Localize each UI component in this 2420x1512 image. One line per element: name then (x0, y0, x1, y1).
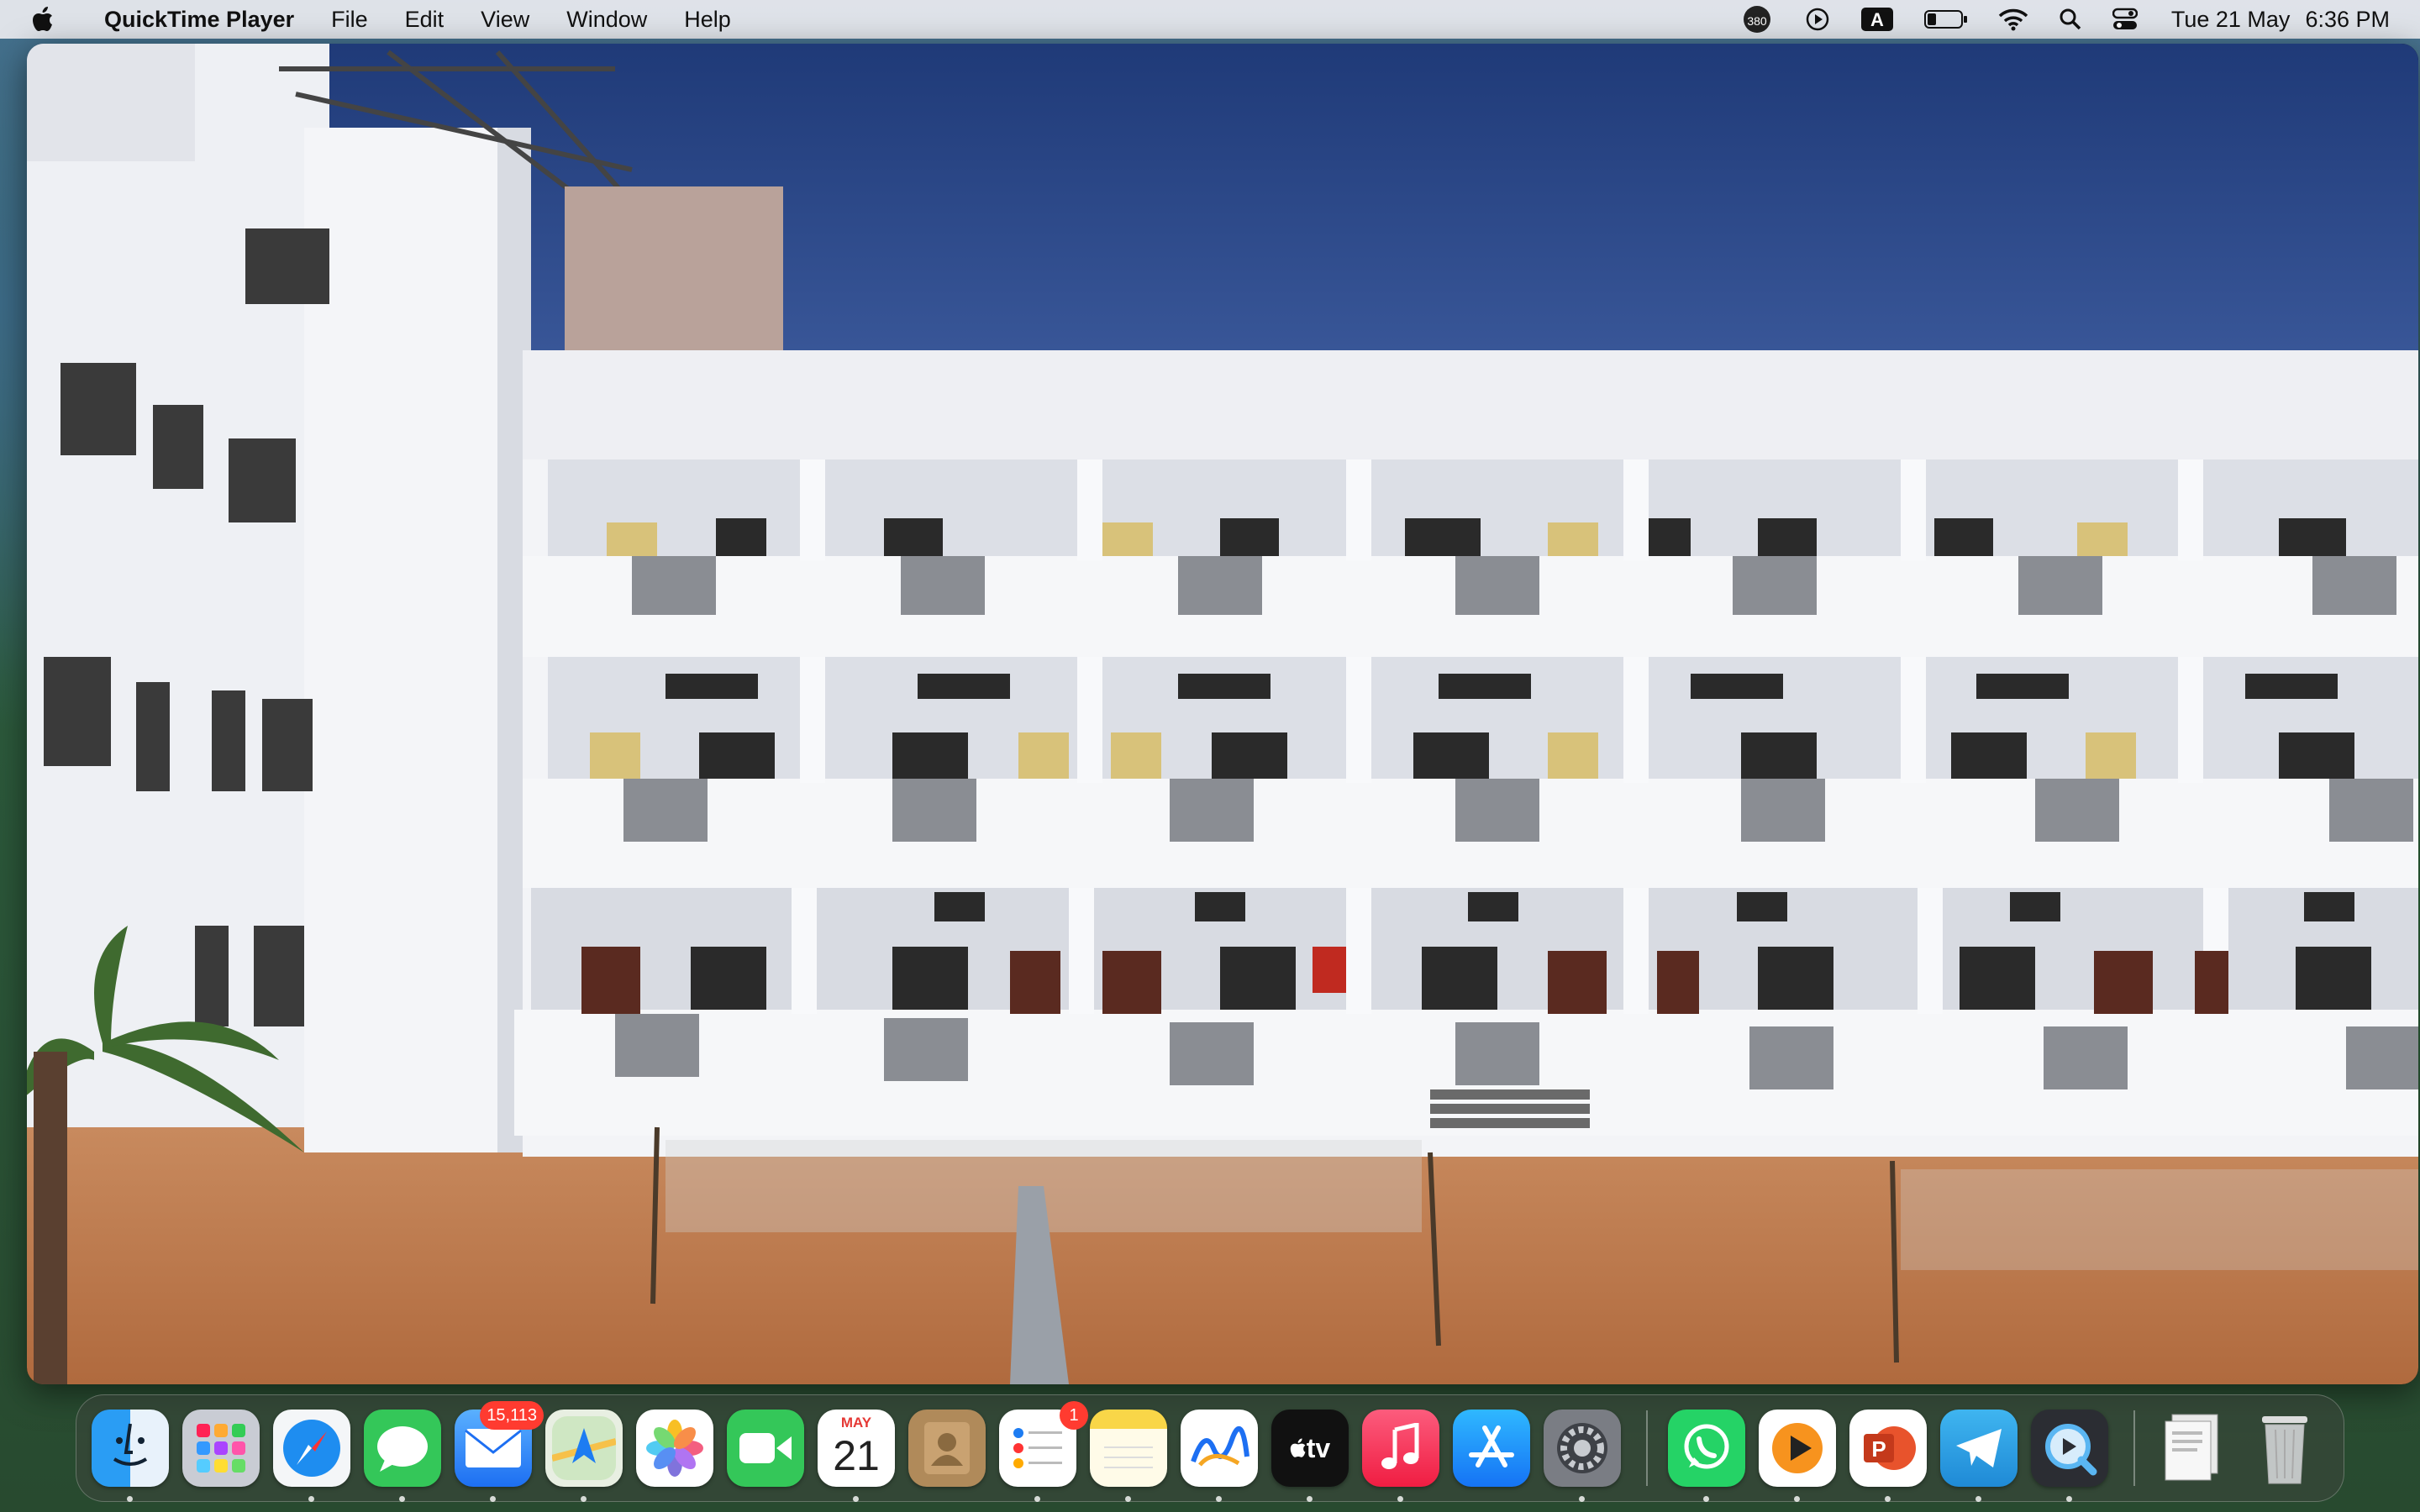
play-circle-icon[interactable] (1805, 7, 1830, 32)
menu-date: Tue 21 May (2170, 6, 2291, 32)
dock-separator (1646, 1410, 1648, 1486)
tv-label: tv (1306, 1432, 1331, 1463)
running-indicator (1216, 1496, 1222, 1502)
status-counter-icon[interactable]: 380 (1739, 5, 1775, 34)
app-store-icon (1469, 1425, 1514, 1467)
music-icon (1381, 1423, 1419, 1469)
help-menu[interactable]: Help (684, 7, 731, 33)
dock-photos[interactable] (636, 1410, 713, 1487)
photos-icon (646, 1420, 703, 1477)
svg-text:P: P (1871, 1436, 1886, 1462)
running-indicator (308, 1496, 314, 1502)
battery-icon[interactable] (1923, 8, 1968, 30)
menu-time: 6:36 PM (2305, 6, 2390, 32)
dock-infuse[interactable] (1759, 1410, 1836, 1502)
running-indicator (1579, 1496, 1585, 1502)
dock-launchpad[interactable] (182, 1410, 260, 1487)
facetime-icon (739, 1433, 792, 1463)
running-indicator (1975, 1496, 1981, 1502)
running-indicator (127, 1496, 133, 1502)
dock-quicktime[interactable] (2031, 1410, 2108, 1502)
freeform-icon (1191, 1426, 1249, 1467)
launchpad-icon (197, 1424, 245, 1473)
dock-finder[interactable] (92, 1410, 169, 1502)
running-indicator (1034, 1496, 1040, 1502)
powerpoint-icon: P (1864, 1426, 1916, 1470)
mail-icon (465, 1429, 522, 1467)
dock-contacts[interactable] (908, 1410, 986, 1487)
wifi-icon[interactable] (1998, 8, 2028, 31)
dock-trash[interactable] (2246, 1410, 2323, 1487)
finder-icon (113, 1423, 148, 1466)
tv-icon (1290, 1438, 1306, 1457)
running-indicator (1125, 1496, 1131, 1502)
input-source-text: A (1870, 9, 1884, 30)
maps-icon (552, 1416, 616, 1480)
quicktime-video-window[interactable] (27, 44, 2418, 1384)
running-indicator (1397, 1496, 1403, 1502)
quicktime-icon (2045, 1424, 2097, 1476)
trash-icon (2262, 1416, 2307, 1484)
dock-system-settings[interactable] (1544, 1410, 1621, 1502)
dock-freeform[interactable] (1181, 1410, 1258, 1502)
infuse-icon (1772, 1423, 1823, 1473)
running-indicator (1307, 1496, 1313, 1502)
dock-app-store[interactable] (1453, 1410, 1530, 1487)
running-indicator (853, 1496, 859, 1502)
running-indicator (490, 1496, 496, 1502)
apple-menu-icon[interactable] (32, 7, 69, 32)
running-indicator (1703, 1496, 1709, 1502)
whatsapp-icon (1684, 1424, 1729, 1469)
running-indicator (1794, 1496, 1800, 1502)
dock-mail[interactable]: 15,113 (455, 1401, 544, 1502)
documents-stack-icon (2165, 1414, 2218, 1481)
app-name-menu[interactable]: QuickTime Player (104, 7, 294, 33)
messages-icon (377, 1426, 428, 1472)
status-counter-text: 380 (1747, 14, 1767, 28)
dock-reminders[interactable]: 1 (999, 1401, 1088, 1502)
running-indicator (399, 1496, 405, 1502)
notes-icon (1104, 1446, 1153, 1468)
dock-maps[interactable] (545, 1410, 623, 1502)
mail-badge: 15,113 (480, 1401, 544, 1430)
spotlight-search-icon[interactable] (2059, 8, 2082, 31)
dock-calendar[interactable]: MAY 21 (818, 1410, 895, 1502)
dock: 15,113 MAY 21 1 tv P (76, 1394, 2344, 1502)
contacts-icon (924, 1422, 970, 1474)
calendar-day: 21 (833, 1432, 880, 1479)
dock-facetime[interactable] (727, 1410, 804, 1487)
dock-tv[interactable]: tv (1271, 1410, 1349, 1502)
reminders-icon (1013, 1428, 1062, 1468)
control-center-icon[interactable] (2112, 8, 2138, 31)
dock-messages[interactable] (364, 1410, 441, 1502)
dock-notes[interactable] (1090, 1410, 1167, 1502)
dock-telegram[interactable] (1940, 1410, 2018, 1502)
dock-whatsapp[interactable] (1668, 1410, 1745, 1502)
reminders-badge: 1 (1060, 1401, 1088, 1430)
dock-safari[interactable] (273, 1410, 350, 1502)
running-indicator (581, 1496, 587, 1502)
dock-separator (2133, 1410, 2135, 1486)
telegram-icon (1956, 1429, 2002, 1467)
window-menu[interactable]: Window (566, 7, 647, 33)
menu-clock[interactable]: Tue 21 May 6:36 PM (2171, 7, 2390, 33)
dock-music[interactable] (1362, 1410, 1439, 1502)
running-indicator (1885, 1496, 1891, 1502)
dock-documents-stack[interactable] (2155, 1410, 2233, 1487)
running-indicator (2066, 1496, 2072, 1502)
safari-icon (283, 1420, 340, 1477)
settings-icon (1557, 1423, 1607, 1473)
dock-powerpoint[interactable]: P (1849, 1410, 1927, 1502)
file-menu[interactable]: File (331, 7, 368, 33)
menu-bar: QuickTime Player File Edit View Window H… (0, 0, 2420, 39)
input-source-icon[interactable]: A (1860, 7, 1894, 32)
video-frame (27, 44, 2418, 1384)
edit-menu[interactable]: Edit (405, 7, 445, 33)
view-menu[interactable]: View (481, 7, 529, 33)
calendar-month: MAY (840, 1415, 872, 1431)
